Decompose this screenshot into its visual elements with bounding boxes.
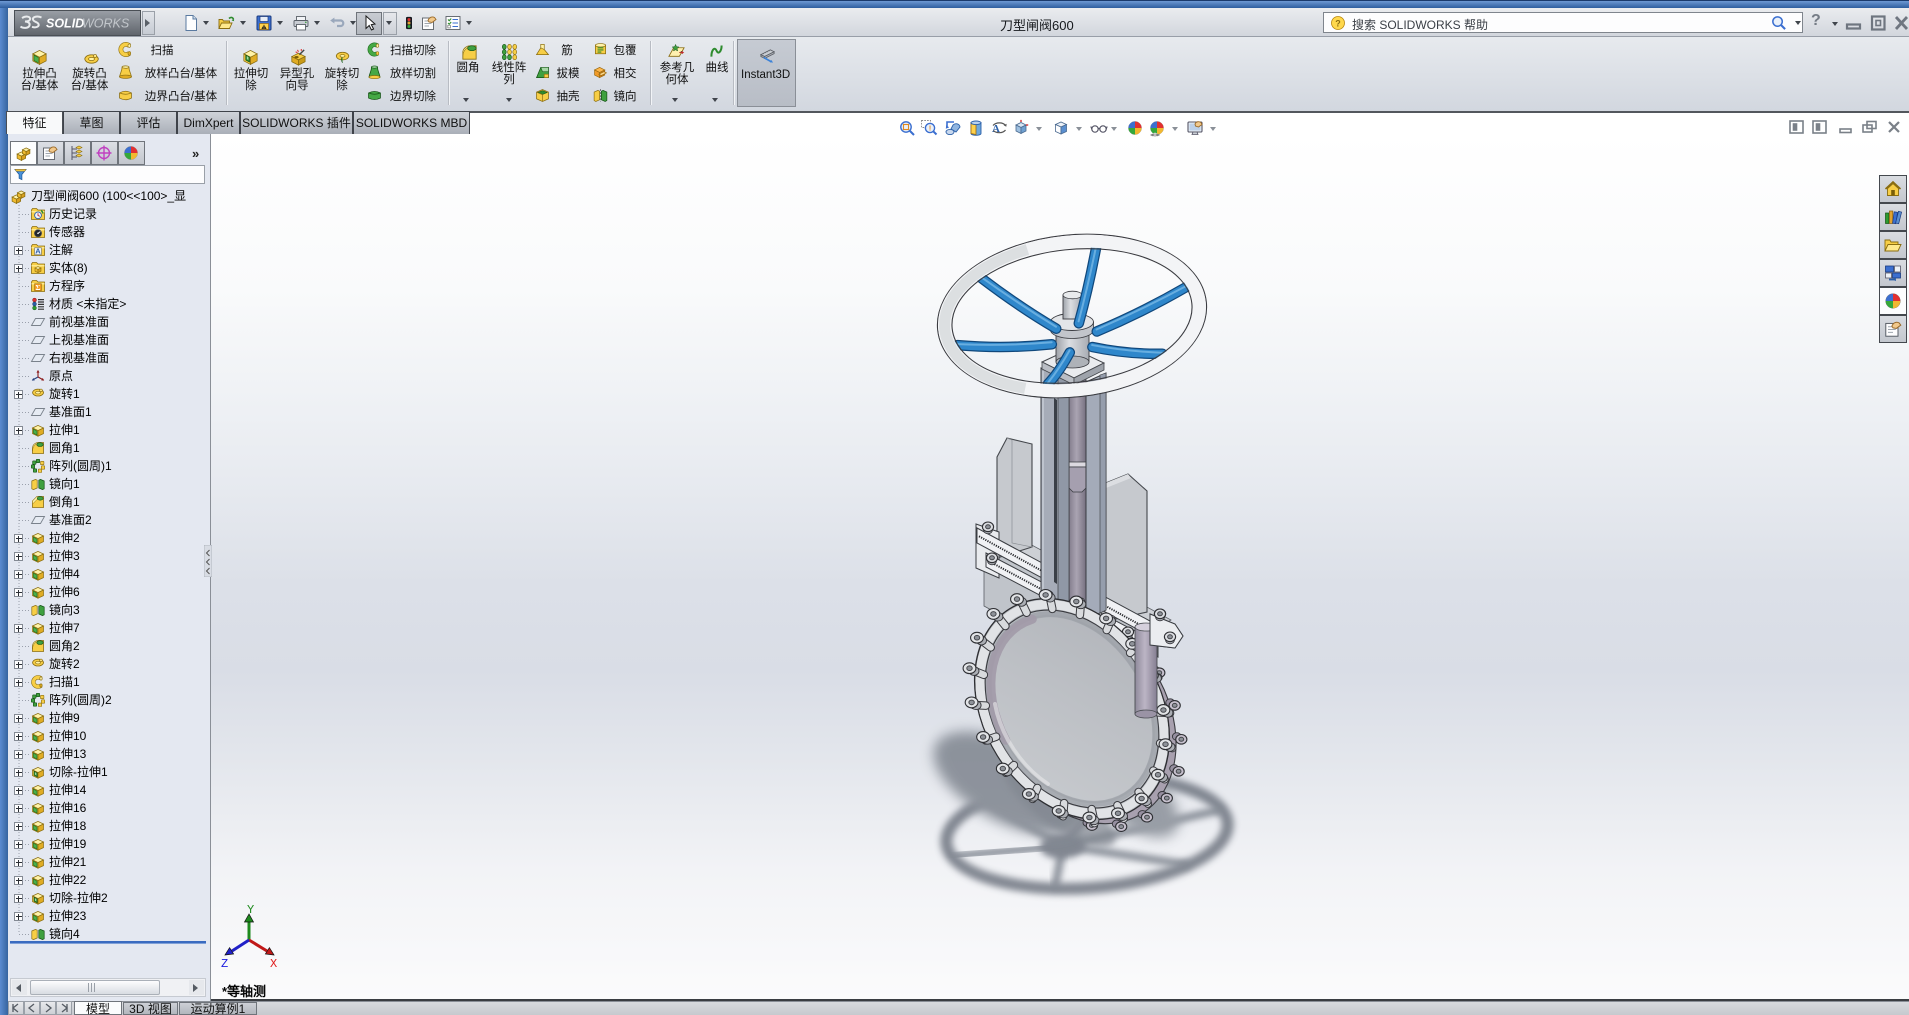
svg-text:A: A (35, 247, 41, 256)
svg-text:?: ? (1335, 19, 1341, 29)
svg-text:!: ! (929, 125, 931, 132)
svg-text:WORKS: WORKS (82, 17, 130, 31)
svg-text:SOLID: SOLID (46, 17, 84, 31)
svg-text:Σ: Σ (36, 283, 41, 292)
